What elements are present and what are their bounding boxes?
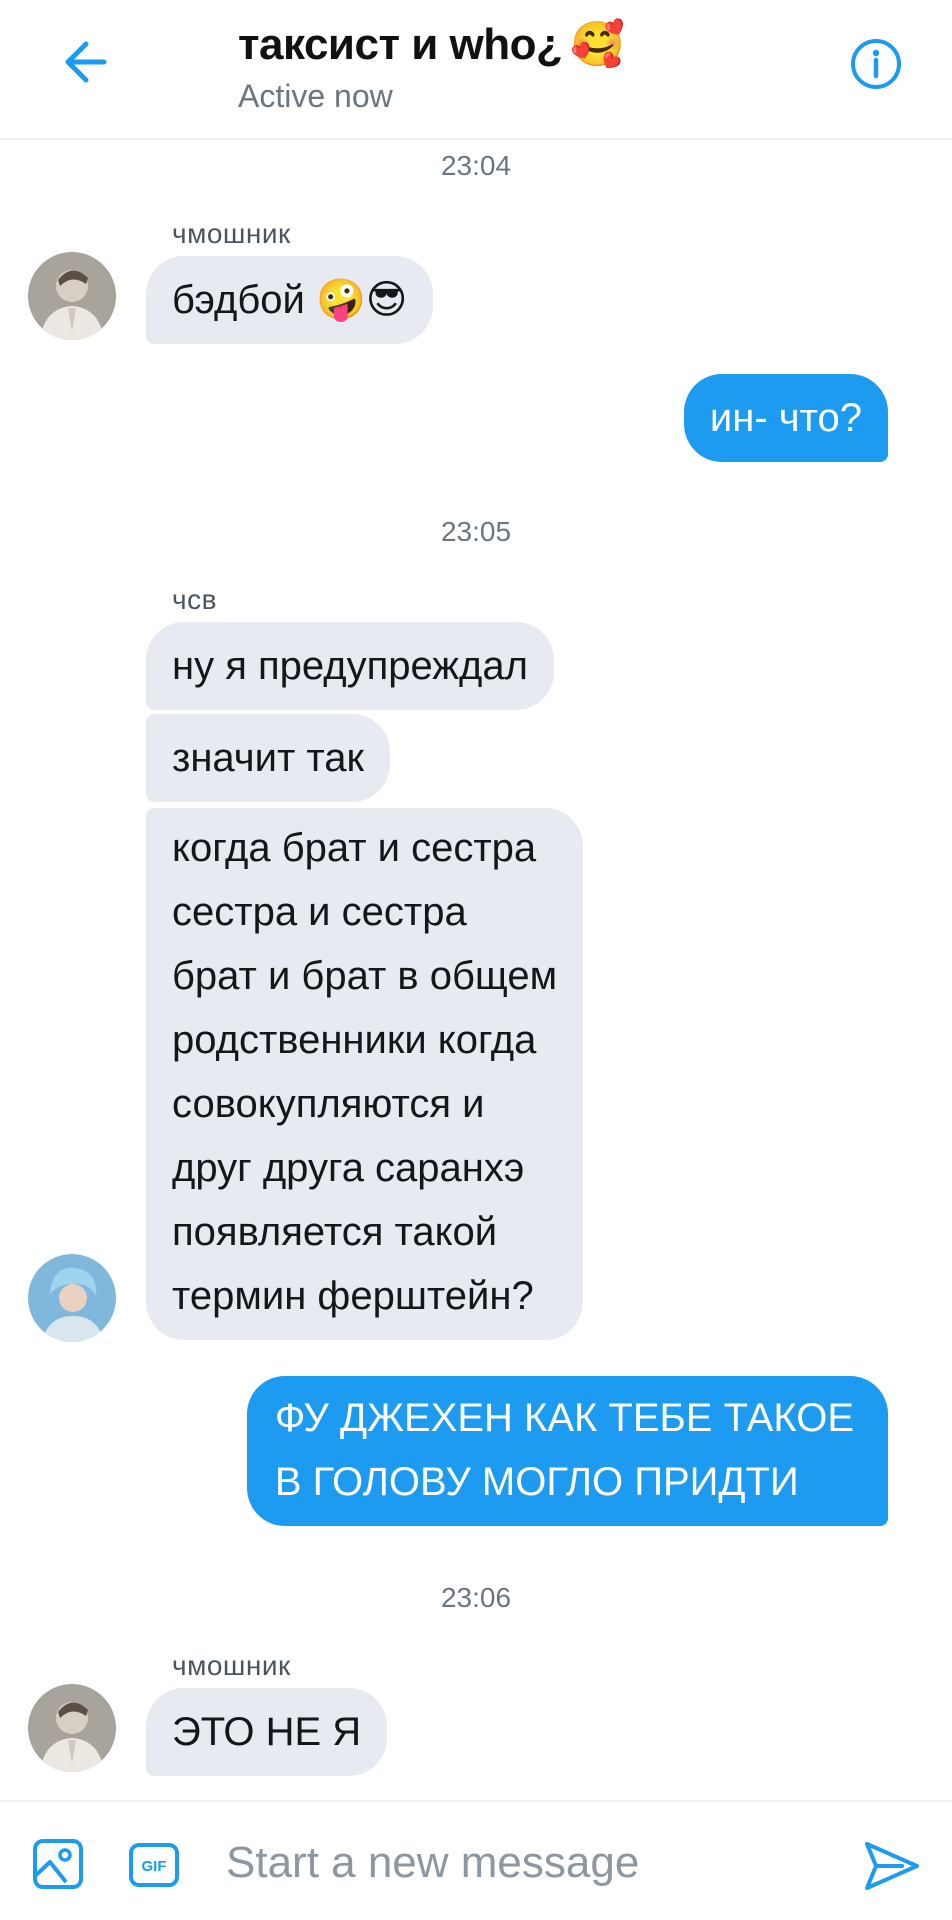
dm-conversation-screen: таксист и who¿ 🥰 Active now 23:04 чмошник…	[0, 0, 952, 1920]
incoming-message-bubble[interactable]: ну я предупреждал	[146, 622, 554, 710]
message-line: когда брат и сестра	[172, 826, 537, 870]
timestamp: 23:06	[440, 1582, 512, 1613]
avatar-photo	[28, 252, 116, 340]
conversation-title-text: таксист и who¿	[238, 20, 563, 69]
gif-icon: GIF	[129, 1843, 179, 1887]
conversation-title: таксист и who¿ 🥰	[238, 18, 625, 70]
info-button[interactable]	[848, 36, 904, 92]
title-emoji: 🥰	[570, 20, 625, 69]
add-image-button[interactable]	[32, 1838, 84, 1890]
avatar[interactable]	[28, 1254, 116, 1342]
avatar[interactable]	[28, 252, 116, 340]
timestamp: 23:04	[440, 150, 512, 181]
arrow-left-icon	[65, 41, 107, 83]
gif-label: GIF	[142, 1858, 167, 1875]
message-input[interactable]	[226, 1828, 826, 1898]
sender-name: чсв	[172, 584, 217, 615]
message-line: термин ферштейн?	[172, 1274, 534, 1318]
message-line: В ГОЛОВУ МОГЛО ПРИДТИ	[274, 1460, 799, 1504]
message-line: друг друга саранхэ	[172, 1146, 525, 1190]
incoming-message-bubble[interactable]: ЭТО НЕ Я	[146, 1688, 388, 1776]
info-icon	[851, 39, 901, 89]
conversation-title-block[interactable]: таксист и who¿ 🥰 Active now	[238, 18, 625, 115]
sender-name: чмошник	[172, 1650, 291, 1681]
incoming-message-bubble[interactable]: значит так	[146, 714, 391, 802]
avatar[interactable]	[28, 1684, 116, 1772]
message-line: родственники когда	[172, 1018, 537, 1062]
avatar-photo	[28, 1684, 116, 1772]
presence-status: Active now	[238, 78, 393, 114]
outgoing-message-bubble[interactable]: ФУ ДЖЕХЕН КАК ТЕБЕ ТАКОЕ В ГОЛОВУ МОГЛО …	[246, 1376, 888, 1526]
image-icon	[33, 1839, 83, 1889]
conversation-header: таксист и who¿ 🥰 Active now	[0, 0, 952, 140]
message-line: появляется такой	[172, 1210, 498, 1254]
incoming-message-bubble-long[interactable]: когда брат и сестра сестра и сестра брат…	[146, 808, 584, 1340]
avatar-photo	[28, 1254, 116, 1342]
message-line: совокупляются и	[172, 1082, 485, 1126]
incoming-message-bubble[interactable]: бэдбой 🤪😎	[146, 256, 434, 344]
timestamp: 23:05	[440, 516, 512, 547]
send-button[interactable]	[862, 1836, 922, 1896]
add-gif-button[interactable]: GIF	[128, 1842, 180, 1888]
message-line: брат и брат в общем	[172, 954, 558, 998]
back-button[interactable]	[54, 30, 118, 94]
message-line: ФУ ДЖЕХЕН КАК ТЕБЕ ТАКОЕ	[274, 1396, 854, 1440]
sender-name: чмошник	[172, 218, 291, 249]
send-icon	[865, 1842, 919, 1890]
message-line: сестра и сестра	[172, 890, 467, 934]
message-composer: GIF	[0, 1800, 952, 1920]
outgoing-message-bubble[interactable]: ин- что?	[683, 374, 888, 462]
